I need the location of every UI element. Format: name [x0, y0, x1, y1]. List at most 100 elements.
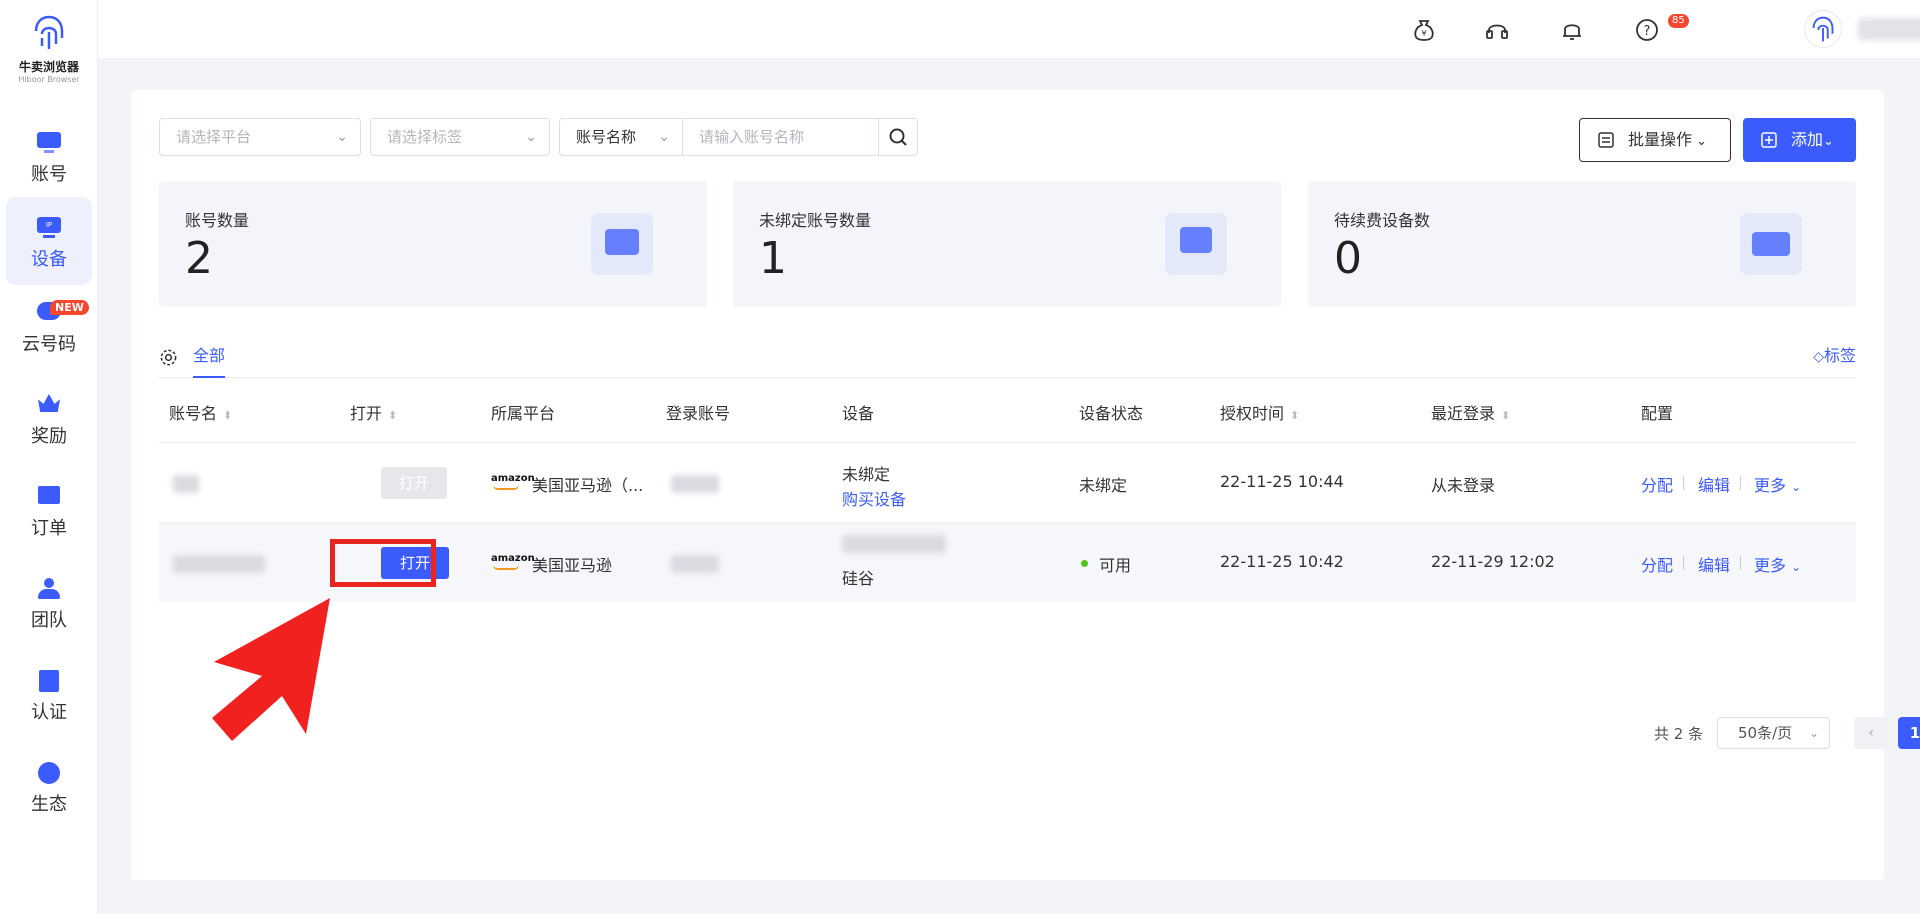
stat-card-unbound-accounts: 未绑定账号数量 1 [733, 181, 1281, 307]
svg-text:?: ? [1644, 24, 1651, 39]
nav-item-certification[interactable]: 认证 [6, 650, 92, 738]
nav-item-cloud-numbers[interactable]: 云号码 [6, 282, 92, 370]
amazon-logo: amazon [491, 473, 535, 490]
tag-select-placeholder: 请选择标签 [387, 128, 463, 146]
monitor-icon [36, 132, 62, 154]
column-login-account: 登录账号 [666, 404, 731, 423]
username-redacted[interactable] [1858, 18, 1920, 40]
account-name-redacted [173, 555, 265, 573]
chevron-down-icon: ⌄ [336, 129, 348, 145]
column-auth-time[interactable]: 授权时间 ⬍ [1220, 400, 1299, 424]
sort-icon: ⬍ [223, 409, 233, 422]
assign-link[interactable]: 分配 [1641, 552, 1673, 576]
login-account-redacted [671, 555, 719, 573]
column-open[interactable]: 打开 ⬍ [350, 400, 397, 424]
nav-item-devices[interactable]: IP 设备 [6, 197, 92, 285]
bell-icon[interactable] [1559, 17, 1585, 43]
headset-icon[interactable] [1484, 17, 1510, 43]
page-1-button[interactable]: 1 [1898, 717, 1920, 749]
device-ip-redacted [842, 535, 946, 553]
nav-item-label: 订单 [31, 518, 67, 539]
account-name-search-input[interactable]: 请输入账号名称 [683, 118, 879, 156]
more-dropdown[interactable]: 更多 ⌄ [1754, 472, 1801, 496]
brand-name: 牛卖浏览器 [18, 60, 79, 74]
search-button[interactable] [878, 118, 918, 156]
login-account-redacted [671, 475, 719, 493]
nav-item-label: 奖励 [31, 426, 67, 447]
tabs-row: 全部 ◇标签 [159, 342, 1856, 378]
amazon-logo: amazon [491, 553, 535, 570]
nav-item-orders[interactable]: 订单 [6, 466, 92, 554]
column-label: 打开 [350, 404, 383, 423]
edit-link[interactable]: 编辑 [1698, 472, 1730, 496]
stat-value: 2 [185, 233, 213, 284]
card-icon [1740, 213, 1802, 275]
chevron-down-icon: ⌄ [525, 129, 537, 145]
tag-icon: ◇ [1813, 349, 1824, 365]
brand-logo[interactable]: 牛卖浏览器 Hiboor Browser [0, 14, 98, 84]
tab-all[interactable]: 全部 [193, 342, 226, 378]
sort-icon: ⬍ [1290, 409, 1300, 422]
nav-item-rewards[interactable]: 奖励 [6, 374, 92, 462]
stat-card-renewal-devices: 待续费设备数 0 [1308, 181, 1856, 307]
nav-item-label: 账号 [31, 164, 67, 185]
monitor-icon [591, 213, 653, 275]
tag-link-label: 标签 [1823, 346, 1856, 365]
assign-link[interactable]: 分配 [1641, 472, 1673, 496]
settings-gear-icon[interactable] [159, 348, 178, 367]
platform-name: 美国亚马逊 [532, 556, 613, 575]
search-field-label: 账号名称 [576, 128, 637, 146]
page-size-label: 50条/页 [1738, 724, 1793, 742]
chevron-down-icon: ⌄ [1791, 560, 1802, 574]
column-device-status: 设备状态 [1079, 404, 1144, 423]
avatar[interactable] [1804, 10, 1842, 48]
stat-title: 账号数量 [185, 211, 250, 230]
batch-icon [1598, 132, 1614, 148]
add-button[interactable]: 添加⌄ [1743, 118, 1856, 162]
sort-icon: ⬍ [1501, 409, 1511, 422]
brand-subtitle: Hiboor Browser [18, 75, 80, 84]
column-label: 最近登录 [1431, 404, 1496, 423]
nav-item-ecosystem[interactable]: 生态 [6, 742, 92, 830]
column-label: 授权时间 [1220, 404, 1285, 423]
wallet-icon[interactable]: ¥ [1411, 17, 1437, 43]
nav-item-team[interactable]: 团队 [6, 558, 92, 646]
ip-device-icon: IP [36, 217, 62, 239]
account-name-redacted [173, 475, 199, 493]
divider [1740, 476, 1741, 490]
column-label: 账号名 [169, 404, 218, 423]
open-button-disabled[interactable]: 打开 [381, 467, 447, 499]
red-arrow-annotation [212, 598, 330, 741]
sort-icon: ⬍ [388, 409, 398, 422]
more-label: 更多 [1754, 476, 1787, 495]
sidebar: 牛卖浏览器 Hiboor Browser 账号 IP 设备 云号码 奖励 订单 … [0, 0, 98, 914]
edit-link[interactable]: 编辑 [1698, 552, 1730, 576]
batch-operation-button[interactable]: 批量操作 ⌄ [1579, 118, 1731, 162]
nav-item-accounts[interactable]: 账号 [6, 112, 92, 200]
fingerprint-avatar-icon [1812, 16, 1834, 42]
buy-device-link[interactable]: 购买设备 [842, 486, 906, 510]
device-status: 未绑定 [1079, 476, 1128, 495]
search-field-select[interactable]: 账号名称 ⌄ [559, 118, 683, 156]
chevron-left-icon: ‹ [1868, 725, 1874, 741]
auth-time: 22-11-25 10:42 [1220, 552, 1344, 571]
more-dropdown[interactable]: 更多 ⌄ [1754, 552, 1801, 576]
platform-select[interactable]: 请选择平台 ⌄ [159, 118, 361, 156]
certify-icon [36, 670, 62, 692]
column-account-name[interactable]: 账号名 ⬍ [169, 400, 232, 424]
prev-page-button[interactable]: ‹ [1854, 717, 1888, 749]
platform-select-placeholder: 请选择平台 [176, 128, 252, 146]
order-icon [36, 486, 62, 508]
table-row: 打开 amazon 美国亚马逊（... 未绑定 购买设备 未绑定 22-11-2… [159, 442, 1856, 522]
column-last-login[interactable]: 最近登录 ⬍ [1431, 400, 1510, 424]
page-size-select[interactable]: 50条/页 ⌄ [1717, 717, 1830, 749]
help-icon[interactable]: ? [1634, 17, 1660, 43]
status-dot [1081, 560, 1088, 567]
crown-icon [36, 394, 62, 416]
tag-link[interactable]: ◇标签 [1813, 342, 1856, 366]
topbar: ¥ 85 ? ⌄ [98, 0, 1920, 58]
notification-count-badge: 85 [1668, 14, 1689, 28]
device-name: 硅谷 [842, 569, 875, 588]
tag-select[interactable]: 请选择标签 ⌄ [370, 118, 550, 156]
new-badge: NEW [50, 300, 89, 315]
